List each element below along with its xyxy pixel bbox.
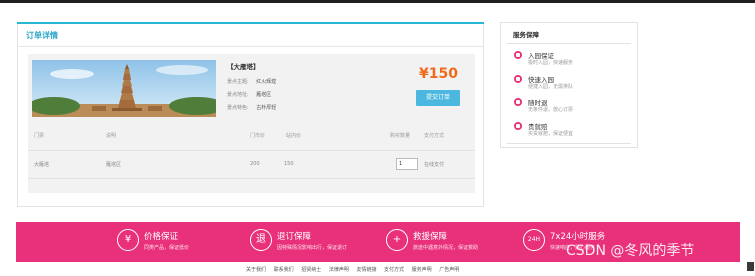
badge-icon <box>514 98 522 106</box>
info-key: 景点地址: <box>227 92 249 98</box>
feature-title: 价格保证 <box>144 232 179 242</box>
order-details-panel: 订单详情 【大雁塔】 景点主题: 红火辉煌 景点地址: 雁塔区 景点特色: 古朴… <box>17 22 484 207</box>
info-value: 古朴厚轻 <box>256 105 277 111</box>
feature-desc: 同类产品，保证低价 <box>144 245 190 251</box>
yen-icon: ¥ <box>117 229 139 251</box>
site-price: 150 <box>284 161 294 167</box>
footer-links: 关于我们 联系我们 招贤纳士 法律声明 友情链接 支付方式 服务声明 广告声明 <box>246 266 465 273</box>
footer-link[interactable]: 支付方式 <box>384 267 404 273</box>
info-value: 红火辉煌 <box>256 79 277 85</box>
table-divider <box>28 178 475 179</box>
badge-icon <box>514 122 522 130</box>
panel-accent-line <box>17 22 484 24</box>
table-divider <box>28 150 475 151</box>
service-guarantee-panel: 服务保障 入园保证 极时入园，快速服务 快速入园 便捷入园，无需排队 随时退 无… <box>500 22 638 148</box>
badge-icon <box>514 75 522 83</box>
badge-icon <box>514 51 522 59</box>
ticket-desc: 雁塔区 <box>106 162 122 168</box>
info-row-theme: 景点主题: 红火辉煌 <box>227 76 276 89</box>
table-header: 门市价 <box>250 133 266 139</box>
order-content: 【大雁塔】 景点主题: 红火辉煌 景点地址: 雁塔区 景点特色: 古朴厚轻 ¥1… <box>28 54 475 193</box>
ticket-name: 大雁塔 <box>34 162 50 168</box>
price: ¥150 <box>419 66 458 82</box>
service-item-desc: 便捷入园，无需排队 <box>528 84 574 90</box>
info-value: 雁塔区 <box>256 92 272 98</box>
attraction-name: 【大雁塔】 <box>227 63 260 71</box>
info-key: 景点主题: <box>227 79 249 85</box>
attraction-info: 【大雁塔】 景点主题: 红火辉煌 景点地址: 雁塔区 景点特色: 古朴厚轻 <box>227 61 276 115</box>
footer-link[interactable]: 法律声明 <box>329 267 349 273</box>
feature-title: 救援保障 <box>413 232 448 242</box>
quantity-input[interactable]: 1 <box>396 158 418 170</box>
feature-desc: 旅途中遇意外情况，保证救助 <box>413 245 479 251</box>
service-item-desc: 极时入园，快速服务 <box>528 60 574 66</box>
order-details-title: 订单详情 <box>26 31 58 40</box>
refund-icon: 退 <box>250 229 272 251</box>
service-title: 服务保障 <box>513 31 539 39</box>
footer-link[interactable]: 服务声明 <box>412 267 432 273</box>
footer-link[interactable]: 广告声明 <box>439 267 459 273</box>
submit-order-button[interactable]: 提交订单 <box>416 90 460 106</box>
table-header: 支付方式 <box>424 133 445 139</box>
title-divider <box>18 46 483 47</box>
footer-link[interactable]: 关于我们 <box>246 267 266 273</box>
service-divider <box>507 43 631 44</box>
feature-title: 退订保障 <box>277 232 312 242</box>
rescue-icon: + <box>386 229 408 251</box>
24h-icon: 24H <box>523 229 545 251</box>
top-rule <box>0 0 755 3</box>
info-key: 景点特色: <box>227 105 249 111</box>
attraction-photo <box>32 60 216 117</box>
payment-method: 在线支付 <box>424 162 445 168</box>
service-divider <box>507 143 631 144</box>
table-header: 站内价 <box>286 133 302 139</box>
info-row-address: 景点地址: 雁塔区 <box>227 89 276 102</box>
service-item-desc: 无条件退，放心订票 <box>528 107 574 113</box>
table-header: 门票 <box>34 133 45 139</box>
market-price: 200 <box>250 161 260 167</box>
service-item-desc: 买贵就赔，保证便宜 <box>528 131 574 137</box>
footer-link[interactable]: 招贤纳士 <box>301 267 321 273</box>
feature-desc: 因特殊情况影响出行，保证退订 <box>277 245 348 251</box>
footer-link[interactable]: 友情链接 <box>356 267 376 273</box>
watermark: CSDN @冬风的季节 <box>566 243 695 259</box>
corner-marker <box>747 262 754 271</box>
table-header: 购买数量 <box>390 133 411 139</box>
footer-link[interactable]: 联系我们 <box>274 267 294 273</box>
info-row-feature: 景点特色: 古朴厚轻 <box>227 102 276 115</box>
table-header: 说明 <box>106 133 117 139</box>
